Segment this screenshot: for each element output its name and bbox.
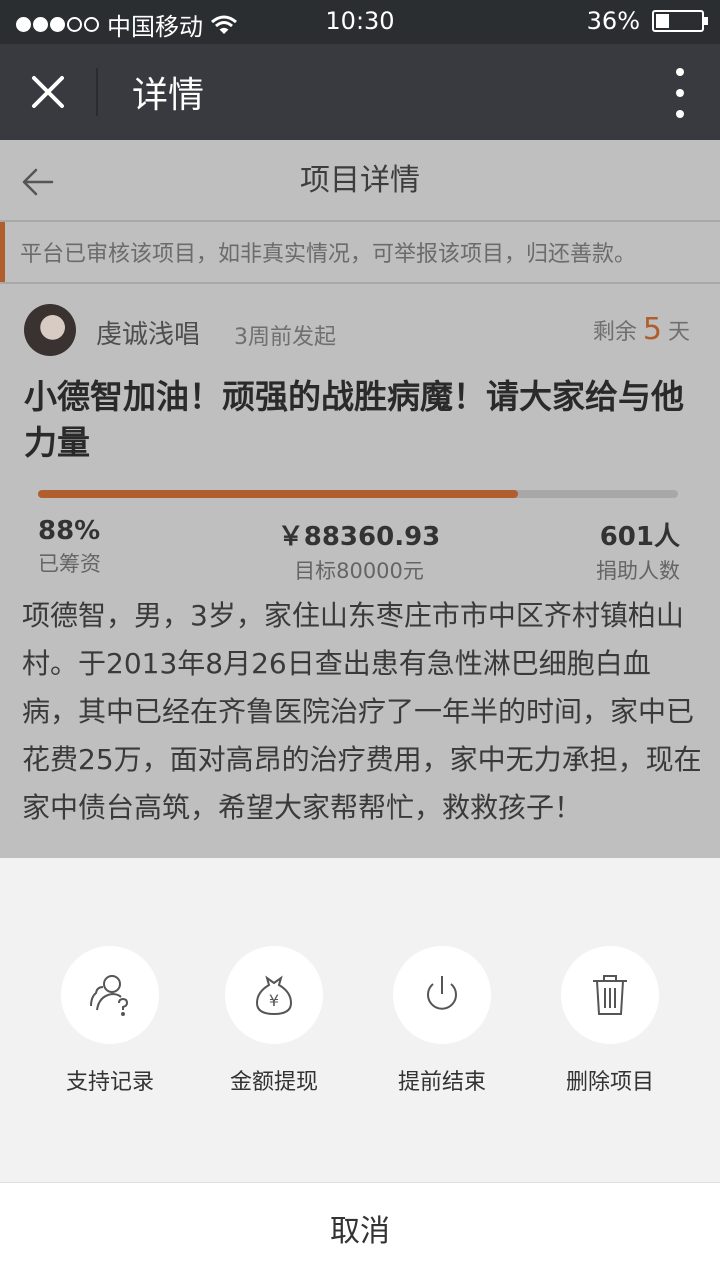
withdraw-button[interactable]: ¥ 金额提现	[204, 946, 344, 1096]
remain-prefix: 剩余	[592, 320, 637, 345]
battery-icon	[652, 10, 708, 32]
action-row: 支持记录 ¥ 金额提现 提前结束 删除项目	[0, 946, 720, 1106]
author-name: 虔诚浅唱	[96, 320, 201, 350]
svg-text:¥: ¥	[269, 991, 279, 1010]
audit-notice: 平台已审核该项目，如非真实情况，可举报该项目，归还善款。	[0, 222, 720, 284]
remain-days-number: 5	[642, 312, 662, 347]
close-icon[interactable]	[24, 68, 72, 116]
end-early-button[interactable]: 提前结束	[372, 946, 512, 1096]
trash-icon	[561, 946, 659, 1044]
header-title: 详情	[132, 75, 205, 116]
action-sheet: 支持记录 ¥ 金额提现 提前结束 删除项目 取消	[0, 858, 720, 1280]
cancel-button[interactable]: 取消	[0, 1182, 720, 1280]
delete-project-label: 删除项目	[565, 1070, 654, 1095]
money-bag-icon: ¥	[225, 946, 323, 1044]
header-divider	[96, 68, 98, 116]
more-options-icon[interactable]	[670, 68, 690, 118]
status-bar: 中国移动 10:30 36%	[0, 0, 720, 44]
notice-text: 平台已审核该项目，如非真实情况，可举报该项目，归还善款。	[20, 242, 637, 267]
page-title: 项目详情	[300, 163, 420, 198]
posted-time: 3周前发起	[234, 325, 336, 350]
project-detail-page: 项目详情 平台已审核该项目，如非真实情况，可举报该项目，归还善款。 虔诚浅唱 3…	[0, 140, 720, 860]
notice-accent-bar	[0, 222, 5, 282]
support-records-label: 支持记录	[65, 1070, 154, 1095]
support-records-button[interactable]: 支持记录	[40, 946, 180, 1096]
project-title: 小德智加油！顽强的战胜病魔！请大家给与他力量	[24, 377, 684, 462]
supporters-icon	[61, 946, 159, 1044]
avatar[interactable]	[24, 304, 76, 356]
author-row: 虔诚浅唱 3周前发起 剩余 5 天	[0, 284, 720, 376]
page-navbar: 项目详情	[0, 140, 720, 222]
app-header: 详情	[0, 44, 720, 140]
withdraw-label: 金额提现	[229, 1070, 318, 1095]
power-icon	[393, 946, 491, 1044]
delete-project-button[interactable]: 删除项目	[540, 946, 680, 1096]
back-arrow-icon[interactable]	[20, 164, 56, 200]
battery-percent: 36%	[586, 7, 640, 35]
remaining-days: 剩余 5 天	[593, 312, 690, 347]
end-early-label: 提前结束	[397, 1070, 486, 1095]
remain-suffix: 天	[667, 320, 690, 345]
